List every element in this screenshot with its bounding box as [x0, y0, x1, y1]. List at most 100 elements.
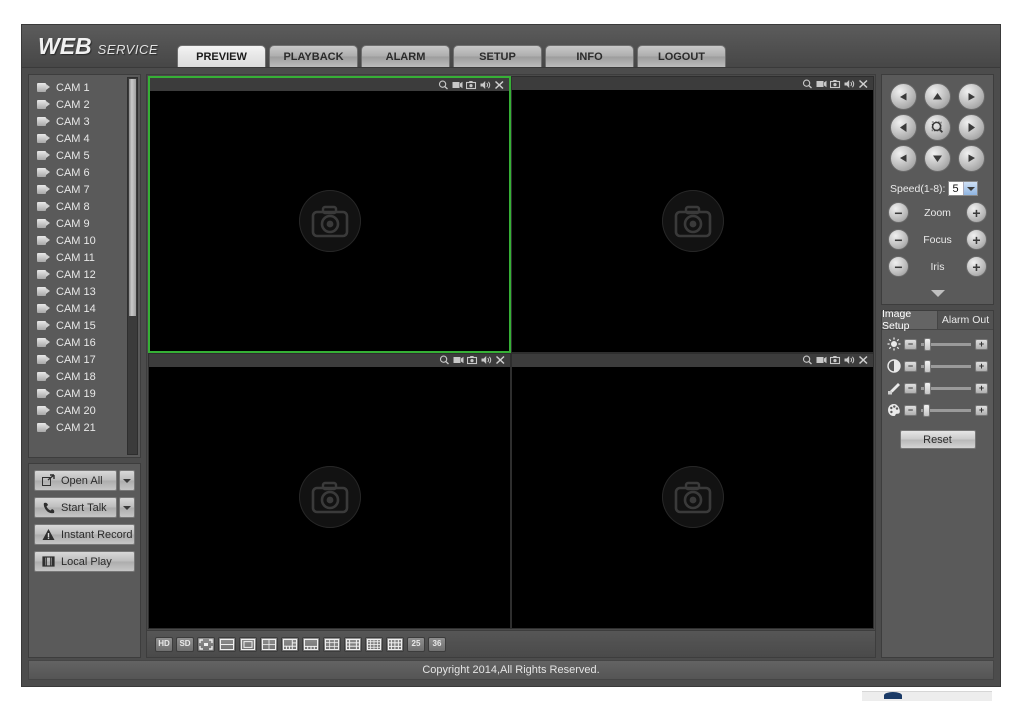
camera-list-item[interactable]: CAM 11: [33, 249, 140, 266]
camera-list-item[interactable]: CAM 13: [33, 283, 140, 300]
camera-list-item[interactable]: CAM 16: [33, 334, 140, 351]
camera-list-item[interactable]: CAM 10: [33, 232, 140, 249]
layout-16-button[interactable]: [365, 636, 383, 652]
brightness-slider-track[interactable]: [921, 337, 971, 351]
audio-icon[interactable]: [844, 79, 855, 89]
start-talk-button[interactable]: Start Talk: [34, 497, 117, 518]
local-record-icon[interactable]: [453, 355, 464, 365]
contrast-plus-button[interactable]: +: [975, 360, 988, 372]
camera-list-item[interactable]: CAM 12: [33, 266, 140, 283]
ptz-down-right[interactable]: [958, 145, 986, 172]
hue-plus-button[interactable]: +: [975, 404, 988, 416]
layout-13-button[interactable]: [344, 636, 362, 652]
layout-4-button[interactable]: [260, 636, 278, 652]
camera-list-item[interactable]: CAM 3: [33, 113, 140, 130]
digital-zoom-icon[interactable]: [438, 80, 449, 90]
close-icon[interactable]: [494, 80, 505, 90]
close-icon[interactable]: [858, 355, 869, 365]
tab-alarm[interactable]: ALARM: [361, 45, 450, 67]
camera-list-scrollbar[interactable]: [127, 77, 138, 455]
hue-slider-thumb[interactable]: [923, 403, 930, 417]
ptz-up[interactable]: [923, 83, 951, 110]
digital-zoom-icon[interactable]: [802, 355, 813, 365]
fullscreen-button[interactable]: [197, 636, 215, 652]
reset-button[interactable]: Reset: [899, 430, 976, 449]
stream-hd-button[interactable]: HD: [155, 636, 173, 652]
camera-list-scroll-thumb[interactable]: [129, 79, 136, 316]
video-pane[interactable]: [148, 76, 511, 353]
camera-list-item[interactable]: CAM 4: [33, 130, 140, 147]
snapshot-icon[interactable]: [830, 355, 841, 365]
layout-20-button[interactable]: [386, 636, 404, 652]
layout-8-button[interactable]: [302, 636, 320, 652]
layout-1x2-button[interactable]: [218, 636, 236, 652]
ptz-zoom-plus[interactable]: +: [966, 202, 987, 223]
snapshot-icon[interactable]: [830, 79, 841, 89]
camera-list-item[interactable]: CAM 6: [33, 164, 140, 181]
snapshot-icon[interactable]: [466, 80, 477, 90]
tab-logout[interactable]: LOGOUT: [637, 45, 726, 67]
hue-minus-button[interactable]: −: [904, 404, 917, 416]
camera-list-item[interactable]: CAM 7: [33, 181, 140, 198]
camera-list-item[interactable]: CAM 20: [33, 402, 140, 419]
layout-6-button[interactable]: [281, 636, 299, 652]
close-icon[interactable]: [858, 79, 869, 89]
ptz-focus-minus[interactable]: −: [888, 229, 909, 250]
hue-slider-track[interactable]: [921, 403, 971, 417]
ptz-speed-select[interactable]: 5: [948, 181, 979, 196]
stream-sd-button[interactable]: SD: [176, 636, 194, 652]
layout-36-button[interactable]: 36: [428, 636, 446, 652]
ptz-iris-plus[interactable]: +: [966, 256, 987, 277]
ptz-left[interactable]: [889, 114, 917, 141]
digital-zoom-icon[interactable]: [802, 79, 813, 89]
local-record-icon[interactable]: [816, 79, 827, 89]
camera-list-item[interactable]: CAM 2: [33, 96, 140, 113]
camera-list-item[interactable]: CAM 5: [33, 147, 140, 164]
camera-list-item[interactable]: CAM 19: [33, 385, 140, 402]
ptz-up-right[interactable]: [958, 83, 986, 110]
tab-preview[interactable]: PREVIEW: [177, 45, 266, 67]
sharpness-slider-thumb[interactable]: [924, 381, 931, 395]
ptz-collapse-button[interactable]: [888, 283, 987, 302]
audio-icon[interactable]: [844, 355, 855, 365]
ptz-down-left[interactable]: [889, 145, 917, 172]
sidebar-button-dropdown[interactable]: [119, 470, 135, 491]
brightness-slider-thumb[interactable]: [924, 337, 931, 351]
tab-info[interactable]: INFO: [545, 45, 634, 67]
camera-list-item[interactable]: CAM 9: [33, 215, 140, 232]
ptz-zoom-minus[interactable]: −: [888, 202, 909, 223]
digital-zoom-icon[interactable]: [439, 355, 450, 365]
local-record-icon[interactable]: [452, 80, 463, 90]
contrast-slider-thumb[interactable]: [924, 359, 931, 373]
camera-list-item[interactable]: CAM 15: [33, 317, 140, 334]
ptz-up-left[interactable]: [889, 83, 917, 110]
ptz-center[interactable]: [923, 114, 951, 141]
instant-record-button[interactable]: Instant Record: [34, 524, 135, 545]
camera-list-item[interactable]: CAM 18: [33, 368, 140, 385]
tab-alarm-out[interactable]: Alarm Out: [938, 311, 993, 329]
layout-25-button[interactable]: 25: [407, 636, 425, 652]
ptz-iris-minus[interactable]: −: [888, 256, 909, 277]
audio-icon[interactable]: [481, 355, 492, 365]
contrast-minus-button[interactable]: −: [904, 360, 917, 372]
sharpness-plus-button[interactable]: +: [975, 382, 988, 394]
layout-1-button[interactable]: [239, 636, 257, 652]
camera-list-item[interactable]: CAM 8: [33, 198, 140, 215]
close-icon[interactable]: [495, 355, 506, 365]
camera-list-item[interactable]: CAM 17: [33, 351, 140, 368]
sharpness-minus-button[interactable]: −: [904, 382, 917, 394]
video-pane[interactable]: [148, 352, 511, 629]
video-pane[interactable]: [511, 76, 874, 353]
local-record-icon[interactable]: [816, 355, 827, 365]
contrast-slider-track[interactable]: [921, 359, 971, 373]
sharpness-slider-track[interactable]: [921, 381, 971, 395]
ptz-down[interactable]: [923, 145, 951, 172]
snapshot-icon[interactable]: [467, 355, 478, 365]
tab-setup[interactable]: SETUP: [453, 45, 542, 67]
local-play-button[interactable]: Local Play: [34, 551, 135, 572]
ptz-focus-plus[interactable]: +: [966, 229, 987, 250]
tab-image-setup[interactable]: Image Setup: [882, 308, 938, 332]
camera-list-item[interactable]: CAM 14: [33, 300, 140, 317]
chevron-down-icon[interactable]: [963, 182, 978, 195]
sidebar-button-dropdown[interactable]: [119, 497, 135, 518]
